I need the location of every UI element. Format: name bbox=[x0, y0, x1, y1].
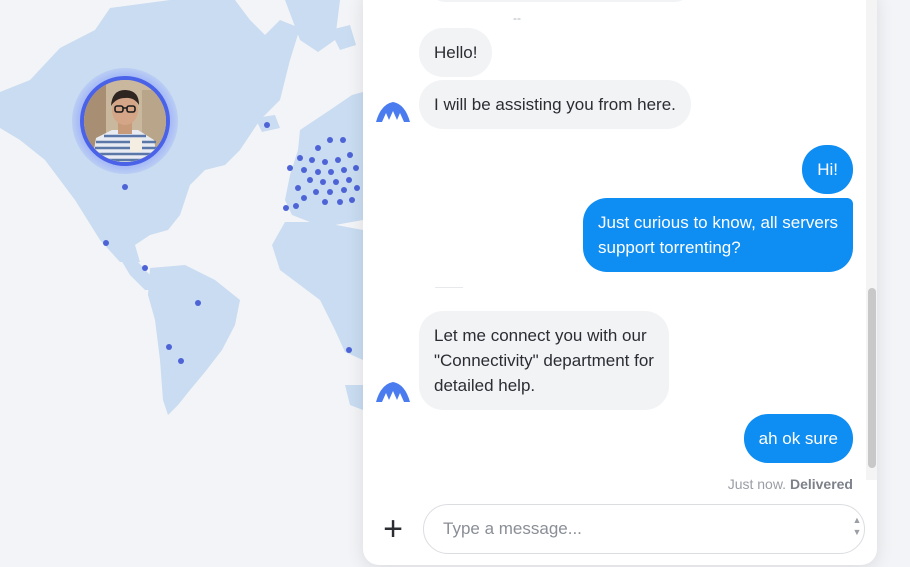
message-input[interactable] bbox=[423, 504, 865, 554]
server-dot[interactable] bbox=[301, 167, 307, 173]
status-time: Just now. bbox=[727, 476, 787, 492]
message-text: I will be assisting you from here. bbox=[434, 95, 676, 114]
server-dot[interactable] bbox=[327, 137, 333, 143]
status-delivered: Delivered bbox=[789, 476, 853, 492]
server-dot[interactable] bbox=[327, 189, 333, 195]
scrollbar-thumb[interactable] bbox=[868, 288, 876, 468]
message-line: support torrenting? bbox=[598, 238, 741, 257]
server-dot[interactable] bbox=[322, 199, 328, 205]
agent-logo-icon bbox=[373, 94, 413, 134]
server-dot[interactable] bbox=[283, 205, 289, 211]
server-dot[interactable] bbox=[347, 152, 353, 158]
server-dot[interactable] bbox=[353, 165, 359, 171]
server-dot[interactable] bbox=[122, 184, 128, 190]
previous-message-bubble bbox=[429, 0, 691, 2]
server-dot[interactable] bbox=[346, 347, 352, 353]
add-attachment-button[interactable]: + bbox=[377, 512, 409, 546]
server-dot[interactable] bbox=[337, 199, 343, 205]
server-dot[interactable] bbox=[166, 344, 172, 350]
divider bbox=[435, 287, 463, 288]
history-marker: -- bbox=[513, 11, 521, 25]
agent-message: Hello! bbox=[419, 28, 493, 77]
message-line: Let me connect you with our bbox=[434, 326, 647, 345]
avatar bbox=[80, 76, 170, 166]
server-dot[interactable] bbox=[333, 179, 339, 185]
user-message: ah ok sure bbox=[743, 414, 853, 463]
server-dot[interactable] bbox=[295, 185, 301, 191]
server-dot[interactable] bbox=[315, 145, 321, 151]
spinner-down-icon[interactable]: ▼ bbox=[851, 526, 863, 538]
server-dot[interactable] bbox=[178, 358, 184, 364]
agent-logo-icon bbox=[373, 374, 413, 414]
agent-message: I will be assisting you from here. bbox=[419, 80, 691, 129]
server-dot[interactable] bbox=[309, 157, 315, 163]
server-dot[interactable] bbox=[354, 185, 360, 191]
server-dot[interactable] bbox=[264, 122, 270, 128]
server-dot[interactable] bbox=[313, 189, 319, 195]
server-dot[interactable] bbox=[340, 137, 346, 143]
message-text: ah ok sure bbox=[758, 429, 838, 448]
server-dot[interactable] bbox=[315, 169, 321, 175]
agent-message: Let me connect you with our "Connectivit… bbox=[419, 311, 669, 410]
server-dot[interactable] bbox=[346, 177, 352, 183]
person-photo bbox=[84, 80, 166, 162]
server-dot[interactable] bbox=[328, 169, 334, 175]
server-dot[interactable] bbox=[335, 157, 341, 163]
user-message: Hi! bbox=[802, 145, 853, 194]
server-dot[interactable] bbox=[301, 195, 307, 201]
chat-scrollbar[interactable] bbox=[866, 0, 877, 480]
server-dot[interactable] bbox=[103, 240, 109, 246]
server-dot[interactable] bbox=[322, 159, 328, 165]
server-dot[interactable] bbox=[349, 197, 355, 203]
server-dot[interactable] bbox=[341, 187, 347, 193]
server-dot[interactable] bbox=[195, 300, 201, 306]
server-dot[interactable] bbox=[297, 155, 303, 161]
message-text: Hi! bbox=[817, 160, 838, 179]
agent-location-marker[interactable] bbox=[72, 68, 178, 174]
server-dot[interactable] bbox=[341, 167, 347, 173]
server-dot[interactable] bbox=[293, 203, 299, 209]
message-line: "Connectivity" department for bbox=[434, 351, 654, 370]
message-text: Hello! bbox=[434, 43, 478, 62]
message-line: detailed help. bbox=[434, 376, 536, 395]
server-dot[interactable] bbox=[142, 265, 148, 271]
message-line: Just curious to know, all servers bbox=[598, 213, 838, 232]
server-dot[interactable] bbox=[320, 179, 326, 185]
server-dot[interactable] bbox=[307, 177, 313, 183]
user-message: Just curious to know, all servers suppor… bbox=[583, 198, 853, 272]
message-status: Just now. Delivered bbox=[728, 476, 853, 492]
spinner-up-icon[interactable]: ▲ bbox=[851, 514, 863, 526]
chat-panel: -- Hello! I will be assisting you from h… bbox=[363, 0, 877, 565]
input-spinner[interactable]: ▲ ▼ bbox=[851, 514, 863, 540]
server-dot[interactable] bbox=[287, 165, 293, 171]
